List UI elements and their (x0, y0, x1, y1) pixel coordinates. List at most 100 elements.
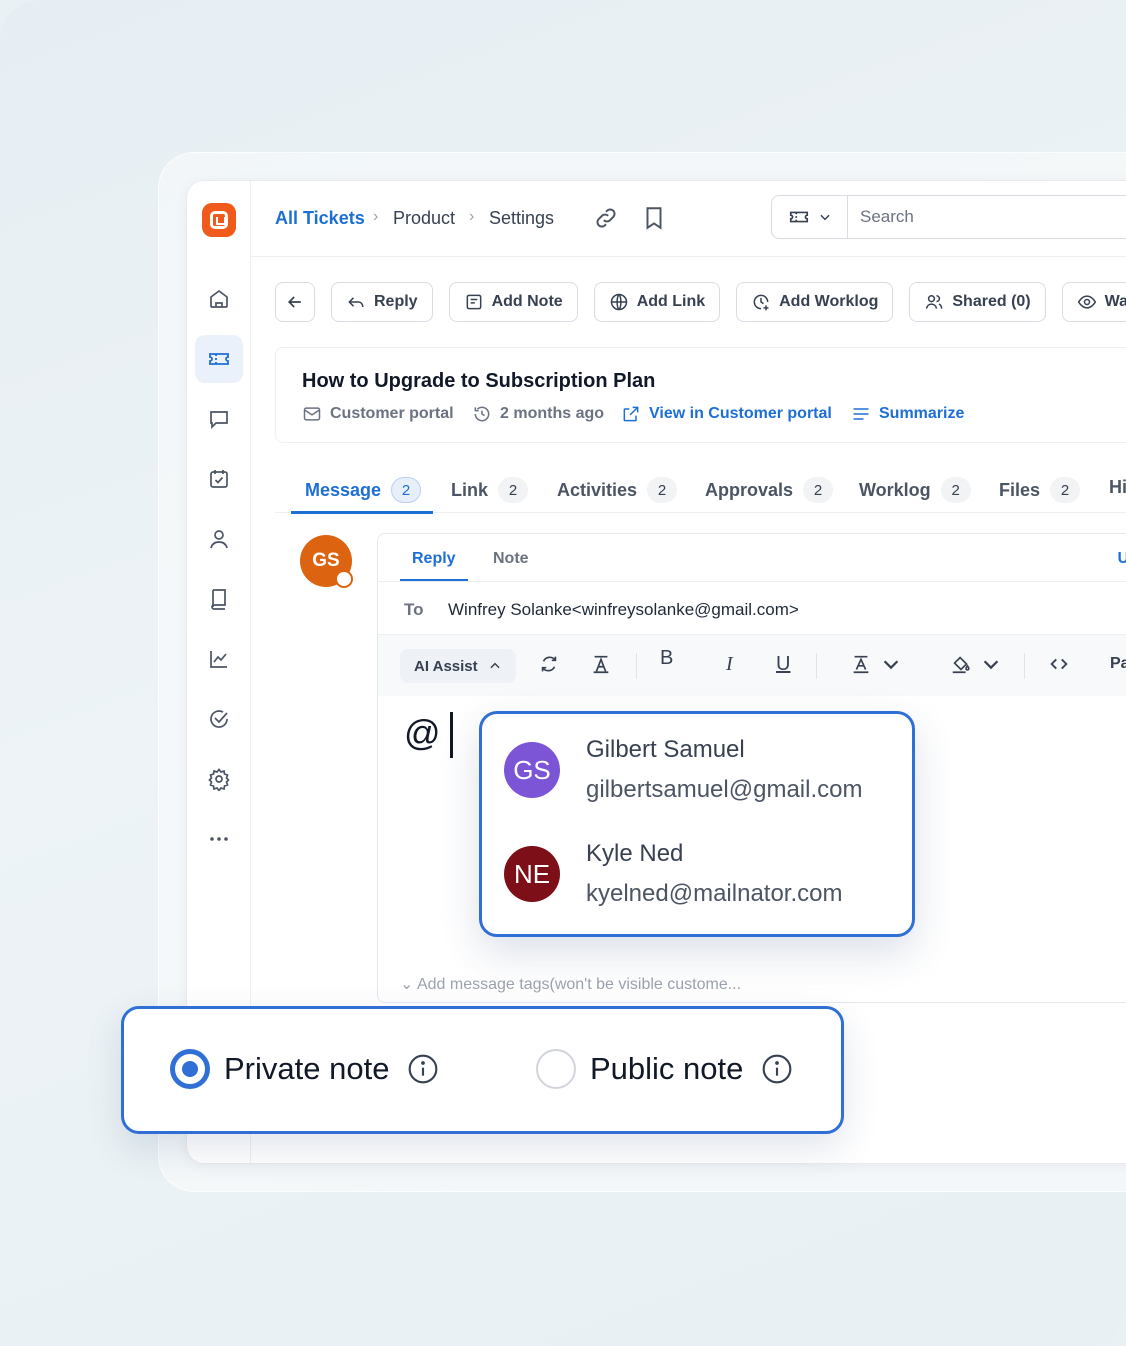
ticket-icon[interactable] (195, 335, 243, 383)
add-link-label: Add Link (636, 293, 706, 310)
tab-label: Activities (557, 479, 638, 500)
tab-message[interactable]: Message 2 (305, 477, 422, 503)
ticket-icon (789, 211, 808, 223)
search-type-dropdown[interactable] (772, 196, 848, 238)
composer-tab-note[interactable]: Note (493, 550, 529, 568)
tab-approvals[interactable]: Approvals 2 (705, 477, 834, 503)
text-style-icon (593, 655, 609, 674)
highlight-button[interactable] (950, 653, 1002, 675)
paste-button[interactable]: Pa (1110, 655, 1126, 673)
private-note-radio[interactable] (170, 1049, 210, 1089)
add-note-label: Add Note (491, 293, 563, 310)
more-icon[interactable] (195, 815, 243, 863)
info-icon[interactable] (761, 1053, 793, 1085)
chat-icon[interactable] (195, 395, 243, 443)
mention-name: Kyle Ned (586, 840, 684, 867)
link-icon[interactable] (593, 205, 619, 231)
external-link-icon (623, 406, 639, 422)
note-visibility-selector: Private note Public note (121, 1006, 844, 1134)
editor-toolbar: AI Assist B I U P (378, 634, 1126, 696)
tab-history[interactable]: Hi (1109, 477, 1126, 498)
home-icon[interactable] (195, 275, 243, 323)
public-note-label: Public note (590, 1051, 744, 1086)
underline-button[interactable]: U (776, 653, 790, 676)
chart-icon[interactable] (195, 635, 243, 683)
tab-label: Hi (1109, 477, 1126, 497)
clock-plus-icon (753, 294, 769, 311)
bookmark-icon[interactable] (641, 205, 667, 231)
tab-files[interactable]: Files 2 (999, 477, 1081, 503)
add-worklog-button[interactable]: Add Worklog (736, 282, 894, 322)
text-color-button[interactable] (850, 653, 902, 675)
reply-button[interactable]: Reply (331, 282, 433, 322)
breadcrumb-product[interactable]: Product (393, 208, 455, 229)
shared-label: Shared (0) (952, 293, 1031, 310)
to-recipient[interactable]: Winfrey Solanke<winfreysolanke@gmail.com… (448, 600, 799, 620)
shared-button[interactable]: Shared (0) (909, 282, 1046, 322)
ai-assist-button[interactable]: AI Assist (400, 649, 516, 683)
divider (378, 581, 1126, 582)
mention-suggestions: GS Gilbert Samuel gilbertsamuel@gmail.co… (479, 711, 915, 937)
rephrase-button[interactable] (538, 653, 560, 675)
action-toolbar: Reply Add Note Add Link Add Worklog Shar… (275, 282, 1126, 322)
bold-button[interactable]: B (660, 647, 673, 670)
avatar: NE (504, 846, 560, 902)
editor-body[interactable]: @ (404, 712, 441, 754)
code-button[interactable] (1048, 653, 1070, 675)
divider (1024, 653, 1025, 679)
composer-tab-reply[interactable]: Reply (412, 550, 456, 568)
tab-activities[interactable]: Activities 2 (557, 477, 678, 503)
breadcrumb-settings[interactable]: Settings (489, 208, 554, 229)
message-tags-input[interactable]: ⌄ Add message tags(won't be visible cust… (400, 974, 741, 994)
book-icon[interactable] (195, 575, 243, 623)
ai-assist-label: AI Assist (414, 657, 478, 675)
info-icon[interactable] (407, 1053, 439, 1085)
search-input[interactable] (848, 196, 1126, 238)
ticket-time: 2 months ago (472, 404, 604, 424)
ticket-source: Customer portal (302, 404, 454, 424)
view-in-portal-link[interactable]: View in Customer portal (621, 404, 832, 424)
user-icon[interactable] (195, 515, 243, 563)
summarize-button[interactable]: Summarize (851, 404, 964, 424)
status-badge (335, 570, 353, 588)
tab-link[interactable]: Link 2 (451, 477, 529, 503)
public-note-radio[interactable] (536, 1049, 576, 1089)
chevron-down-icon (819, 214, 830, 221)
add-worklog-label: Add Worklog (779, 293, 879, 310)
mention-option-gilbert-samuel[interactable]: GS Gilbert Samuel gilbertsamuel@gmail.co… (504, 728, 894, 812)
italic-button[interactable]: I (726, 653, 733, 676)
reply-label: Reply (374, 293, 418, 310)
tab-count-badge: 2 (391, 477, 422, 503)
gear-icon[interactable] (195, 755, 243, 803)
tab-count-badge: 2 (940, 477, 971, 503)
chevron-right-icon: › (469, 208, 475, 225)
tab-count-badge: 2 (498, 477, 529, 503)
back-button[interactable] (275, 282, 315, 322)
calendar-check-icon[interactable] (195, 455, 243, 503)
mention-name: Gilbert Samuel (586, 736, 745, 763)
summarize-label: Summarize (879, 405, 965, 422)
reply-icon (348, 297, 364, 307)
search-bar (771, 195, 1126, 239)
breadcrumb-all-tickets[interactable]: All Tickets (275, 208, 365, 229)
tab-worklog[interactable]: Worklog 2 (859, 477, 971, 503)
private-note-option[interactable]: Private note (170, 1049, 439, 1089)
composer-right-link[interactable]: Us (1118, 550, 1126, 568)
watchers-button[interactable]: Watchers (1061, 282, 1126, 322)
add-note-button[interactable]: Add Note (448, 282, 578, 322)
tab-label: Worklog (859, 479, 931, 500)
check-circle-icon[interactable] (195, 695, 243, 743)
tab-count-badge: 2 (803, 477, 834, 503)
users-icon (926, 295, 943, 309)
font-size-button[interactable] (590, 653, 612, 675)
lines-icon (853, 408, 869, 420)
paint-bucket-icon (952, 656, 970, 674)
chevron-down-icon (983, 660, 999, 670)
app-logo[interactable] (202, 203, 236, 237)
add-link-button[interactable]: Add Link (593, 282, 721, 322)
tab-count-badge: 2 (647, 477, 678, 503)
public-note-option[interactable]: Public note (536, 1049, 793, 1089)
private-note-label: Private note (224, 1051, 390, 1086)
mention-option-kyle-ned[interactable]: NE Kyle Ned kyelned@mailnator.com (504, 832, 894, 916)
ticket-title: How to Upgrade to Subscription Plan (302, 370, 656, 392)
